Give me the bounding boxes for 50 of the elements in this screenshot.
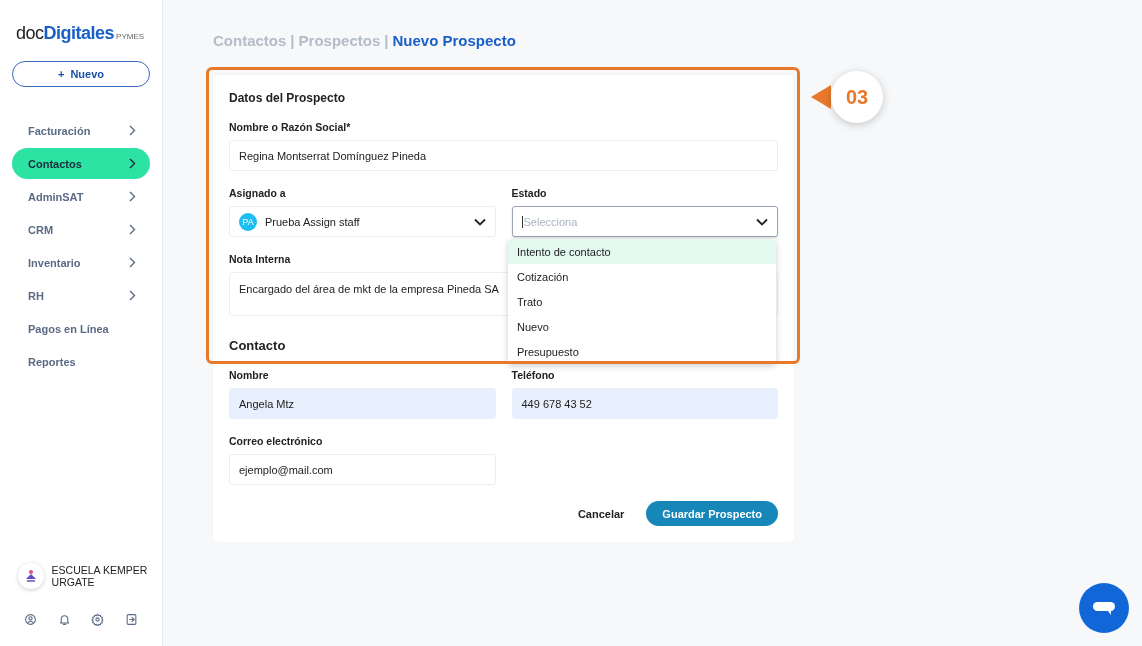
field-label: Asignado a	[229, 187, 286, 199]
settings-icon[interactable]	[91, 613, 105, 626]
sidebar-item[interactable]: Pagos en Línea	[12, 313, 150, 345]
sidebar-item[interactable]: AdminSAT	[12, 181, 150, 213]
chevron-right-icon	[129, 257, 136, 269]
chat-bubble-icon	[1092, 600, 1116, 616]
name-field[interactable]: Regina Montserrat Domínguez Pineda	[229, 140, 778, 171]
section-title: Datos del Prospecto	[229, 91, 347, 105]
field-label: Teléfono	[511, 369, 555, 381]
new-button[interactable]: + Nuevo	[12, 61, 150, 88]
chevron-right-icon	[129, 158, 136, 170]
breadcrumb-separator: |	[290, 32, 295, 49]
logout-icon[interactable]	[124, 613, 138, 626]
chevron-right-icon	[129, 224, 136, 236]
dropdown-option[interactable]: Nuevo	[508, 314, 776, 339]
chevron-down-icon	[473, 217, 486, 226]
breadcrumb-separator: |	[384, 32, 389, 49]
sidebar-item[interactable]: Inventario	[12, 247, 150, 279]
save-button[interactable]: Guardar Prospecto	[646, 501, 778, 526]
field-label: Nombre	[229, 369, 269, 381]
dropdown-option[interactable]: Intento de contacto	[508, 239, 776, 264]
chevron-down-icon	[756, 217, 768, 226]
field-label: Estado	[511, 187, 547, 199]
sidebar-item[interactable]: Reportes	[12, 346, 150, 378]
breadcrumb-item[interactable]: Nuevo Prospecto	[392, 32, 516, 49]
section-title: Contacto	[229, 338, 286, 353]
chevron-right-icon	[129, 125, 136, 137]
field-label: Correo electrónico	[229, 435, 323, 447]
account-name: ESCUELA KEMPER URGATE	[51, 564, 149, 588]
dropdown-option[interactable]: Presupuesto	[508, 339, 776, 364]
contact-name-field[interactable]: Angela Mtz	[229, 388, 496, 419]
email-field[interactable]: ejemplo@mail.com	[229, 454, 496, 485]
assigned-select[interactable]: PA Prueba Assign staff	[229, 206, 496, 237]
pointer-triangle-icon	[811, 85, 831, 109]
chat-button[interactable]	[1079, 583, 1129, 633]
chevron-right-icon	[129, 191, 136, 203]
field-label: Nota Interna	[229, 253, 291, 265]
chevron-right-icon	[129, 290, 136, 302]
bell-icon[interactable]	[57, 613, 71, 626]
sidebar-item[interactable]: CRM	[12, 214, 150, 246]
sidebar-item[interactable]: RH	[12, 280, 150, 312]
logo: docDigitales PYMES	[16, 22, 145, 45]
field-label: Nombre o Razón Social*	[229, 121, 351, 133]
sidebar-item[interactable]: Contactos	[12, 148, 150, 180]
cancel-button[interactable]: Cancelar	[571, 506, 631, 521]
phone-field[interactable]: 449 678 43 52	[511, 388, 778, 419]
user-icon[interactable]	[24, 613, 37, 626]
step-badge: 03	[831, 71, 883, 123]
sidebar-item[interactable]: Facturación	[12, 115, 150, 147]
dropdown-option[interactable]: Trato	[508, 289, 776, 314]
